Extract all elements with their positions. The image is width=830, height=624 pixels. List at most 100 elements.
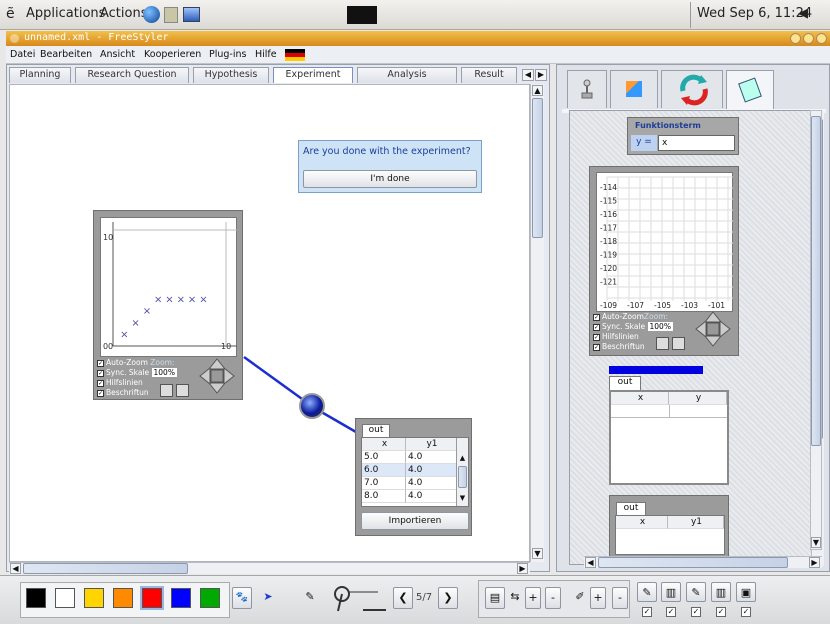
desktop-icon[interactable]: [183, 7, 200, 22]
web-browser-icon[interactable]: [143, 6, 160, 23]
output-table-box-2[interactable]: out x y1: [609, 495, 729, 557]
menu-bearbeiten[interactable]: Bearbeiten: [40, 49, 92, 60]
pan-arrows-icon[interactable]: [198, 357, 236, 395]
zoom-out-icon[interactable]: [176, 384, 189, 397]
scroll-thumb[interactable]: [811, 116, 821, 446]
table-scroll-down[interactable]: ▼: [458, 494, 467, 503]
plus-button-2[interactable]: +: [590, 587, 606, 609]
scroll-right-button[interactable]: ▶: [809, 557, 820, 568]
gnome-foot-icon[interactable]: ẽ: [6, 6, 15, 22]
scroll-thumb[interactable]: [598, 557, 788, 568]
pen-red-checkbox[interactable]: ✓: [642, 607, 652, 617]
clock[interactable]: Wed Sep 6, 11:24: [697, 6, 812, 21]
helplines-checkbox[interactable]: ✓: [97, 379, 104, 387]
color-swatch[interactable]: [113, 588, 133, 608]
table-cell[interactable]: 6.0: [362, 464, 406, 477]
pen-blue-checkbox[interactable]: ✓: [691, 607, 701, 617]
maximize-button[interactable]: [803, 33, 814, 44]
out-tab[interactable]: out: [362, 424, 390, 437]
transfer-icon[interactable]: ⇆: [505, 587, 525, 609]
minus-button-2[interactable]: -: [612, 587, 628, 609]
stack-icon[interactable]: ▥: [661, 582, 681, 602]
plus-button[interactable]: +: [525, 587, 541, 609]
table-scroll-up[interactable]: ▲: [458, 454, 467, 463]
scroll-down-button[interactable]: ▼: [532, 548, 543, 559]
im-done-button[interactable]: I'm done: [303, 170, 477, 188]
pen-tool-icon[interactable]: ✎: [300, 587, 320, 609]
table-row[interactable]: 6.0 4.0: [362, 464, 457, 477]
menu-kooperieren[interactable]: Kooperieren: [144, 49, 201, 60]
table-row[interactable]: 5.0 4.0: [362, 451, 457, 464]
applications-menu[interactable]: Applications: [26, 6, 105, 21]
pen-blue-icon[interactable]: ✎: [686, 582, 706, 602]
zoom-value-field[interactable]: 100%: [151, 368, 177, 377]
table-cell[interactable]: 4.0: [406, 477, 457, 490]
tab-scroll-left-button[interactable]: ◀: [522, 69, 534, 81]
out-tab-2[interactable]: out: [609, 376, 641, 390]
color-swatch[interactable]: [26, 588, 46, 608]
labels-checkbox[interactable]: ✓: [97, 389, 104, 397]
minimize-button[interactable]: [790, 33, 801, 44]
table-scrollbar[interactable]: ▲ ▼: [456, 438, 468, 506]
table-row[interactable]: 8.0 4.0: [362, 490, 457, 503]
actions-menu[interactable]: Actions: [100, 6, 148, 21]
out-tab-3[interactable]: out: [616, 502, 646, 515]
zoom-in-icon[interactable]: [160, 384, 173, 397]
scroll-down-button[interactable]: ▼: [811, 537, 821, 548]
menu-plugins[interactable]: Plug-ins: [209, 49, 246, 60]
cat-tool-icon[interactable]: 🐾: [232, 587, 252, 609]
scroll-right-button[interactable]: ▶: [517, 563, 528, 574]
select-arrow-icon[interactable]: ➤: [258, 587, 278, 609]
color-swatch[interactable]: [55, 588, 75, 608]
monitor-icon[interactable]: ▣: [736, 582, 756, 602]
output-table-box[interactable]: out x y1 5.0 4.0 6.0 4.0 7.0 4.0 8.0 4.0 ▲ ▼ Im…: [355, 418, 472, 536]
right-vertical-scrollbar[interactable]: ▼: [810, 110, 822, 550]
menu-hilfe[interactable]: Hilfe: [255, 49, 277, 60]
window-menu-icon[interactable]: [10, 34, 19, 43]
sync-scale-checkbox[interactable]: ✓: [593, 323, 600, 331]
function-term-box[interactable]: Funktionsterm y = x: [627, 117, 739, 155]
tab-scroll-right-button[interactable]: ▶: [535, 69, 547, 81]
table-row[interactable]: [611, 405, 727, 418]
zoom-in-icon[interactable]: [656, 337, 669, 350]
menu-datei[interactable]: Datei: [10, 49, 35, 60]
tab-experiment[interactable]: Experiment: [273, 67, 353, 83]
previous-page-button[interactable]: ❮: [393, 587, 413, 609]
labels-checkbox[interactable]: ✓: [593, 343, 600, 351]
tab-calculator[interactable]: [726, 70, 774, 110]
color-swatch[interactable]: [171, 588, 191, 608]
canvas-vertical-scrollbar[interactable]: ▲ ▼: [530, 84, 544, 562]
german-flag-icon[interactable]: [285, 49, 305, 61]
next-page-button[interactable]: ❯: [438, 587, 458, 609]
table-cell[interactable]: 5.0: [362, 451, 406, 464]
tab-result[interactable]: Result: [461, 67, 517, 83]
menu-ansicht[interactable]: Ansicht: [100, 49, 135, 60]
line-tool-icon[interactable]: [328, 584, 390, 614]
plot-box[interactable]: 10 0 0 10 × × × × × × × × ✓ Auto-Zoom Zoom: ✓ Sync. S…: [93, 210, 243, 400]
tab-hypothesis[interactable]: Hypothesis: [193, 67, 269, 83]
table-cell[interactable]: 8.0: [362, 490, 406, 503]
connection-node[interactable]: [299, 393, 325, 419]
zoom-out-icon[interactable]: [672, 337, 685, 350]
tab-joystick[interactable]: [567, 70, 607, 108]
tab-research-question[interactable]: Research Question: [75, 67, 189, 83]
scroll-up-button[interactable]: ▲: [532, 85, 543, 96]
zoom-value-field[interactable]: 100%: [647, 322, 673, 331]
tab-planning[interactable]: Planning: [9, 67, 71, 83]
helplines-checkbox[interactable]: ✓: [593, 333, 600, 341]
scroll-left-button[interactable]: ◀: [10, 563, 21, 574]
auto-zoom-checkbox[interactable]: ✓: [97, 359, 104, 367]
auto-zoom-checkbox[interactable]: ✓: [593, 313, 600, 321]
minus-button[interactable]: -: [545, 587, 561, 609]
table-row[interactable]: 7.0 4.0: [362, 477, 457, 490]
table-cell[interactable]: 4.0: [406, 490, 457, 503]
scroll-left-button[interactable]: ◀: [585, 557, 596, 568]
scroll-thumb[interactable]: [23, 563, 188, 574]
stack-blue-checkbox[interactable]: ✓: [716, 607, 726, 617]
monitor-checkbox[interactable]: ✓: [741, 607, 751, 617]
table-cell[interactable]: 4.0: [406, 464, 457, 477]
notes-icon[interactable]: [164, 7, 178, 23]
color-swatch[interactable]: [140, 586, 164, 610]
pan-arrows-icon[interactable]: [694, 310, 732, 348]
color-swatch[interactable]: [84, 588, 104, 608]
